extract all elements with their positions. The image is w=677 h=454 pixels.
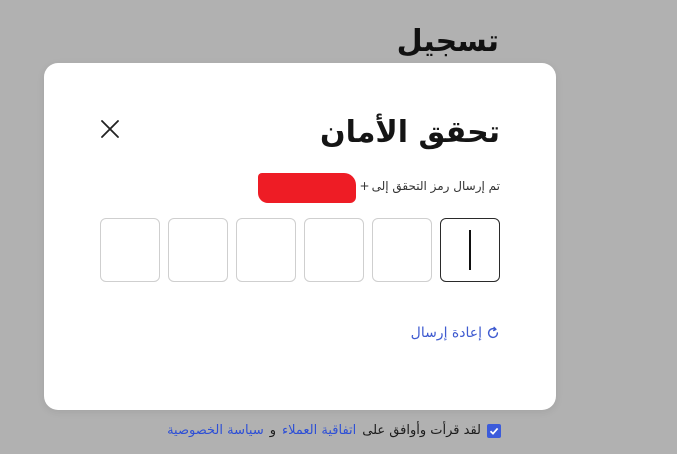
close-icon: [101, 120, 119, 138]
otp-digit-5[interactable]: [168, 218, 228, 282]
subtitle-text: تم إرسال رمز التحقق إلى: [371, 179, 500, 193]
privacy-policy-link[interactable]: سياسة الخصوصية: [167, 423, 264, 438]
otp-digit-2[interactable]: [372, 218, 432, 282]
close-button[interactable]: [98, 117, 122, 141]
otp-digit-4[interactable]: [236, 218, 296, 282]
phone-prefix: +: [359, 179, 370, 193]
terms-agreement: لقد قرأت وأوافق على اتفاقية العملاء و سي…: [167, 423, 501, 438]
check-icon: [489, 427, 499, 435]
modal-title: تحقق الأمان: [319, 115, 500, 150]
security-verification-modal: تحقق الأمان تم إرسال رمز التحقق إلى + إع…: [44, 63, 556, 410]
redacted-phone-number: [257, 173, 356, 203]
customer-agreement-link[interactable]: اتفاقية العملاء: [282, 423, 356, 438]
otp-input-group: [100, 218, 500, 282]
otp-digit-1[interactable]: [440, 218, 500, 282]
terms-prefix: لقد قرأت وأوافق على: [362, 423, 481, 438]
otp-digit-3[interactable]: [304, 218, 364, 282]
terms-checkbox[interactable]: [487, 423, 501, 438]
otp-digit-6[interactable]: [100, 218, 160, 282]
verification-subtitle: تم إرسال رمز التحقق إلى +: [257, 171, 500, 203]
text-caret: [469, 230, 471, 270]
page-title: تسجيل: [396, 24, 499, 59]
refresh-icon: [487, 326, 499, 339]
resend-label: إعادة إرسال: [410, 325, 482, 341]
terms-and: و: [269, 423, 277, 438]
resend-button[interactable]: إعادة إرسال: [411, 325, 500, 341]
